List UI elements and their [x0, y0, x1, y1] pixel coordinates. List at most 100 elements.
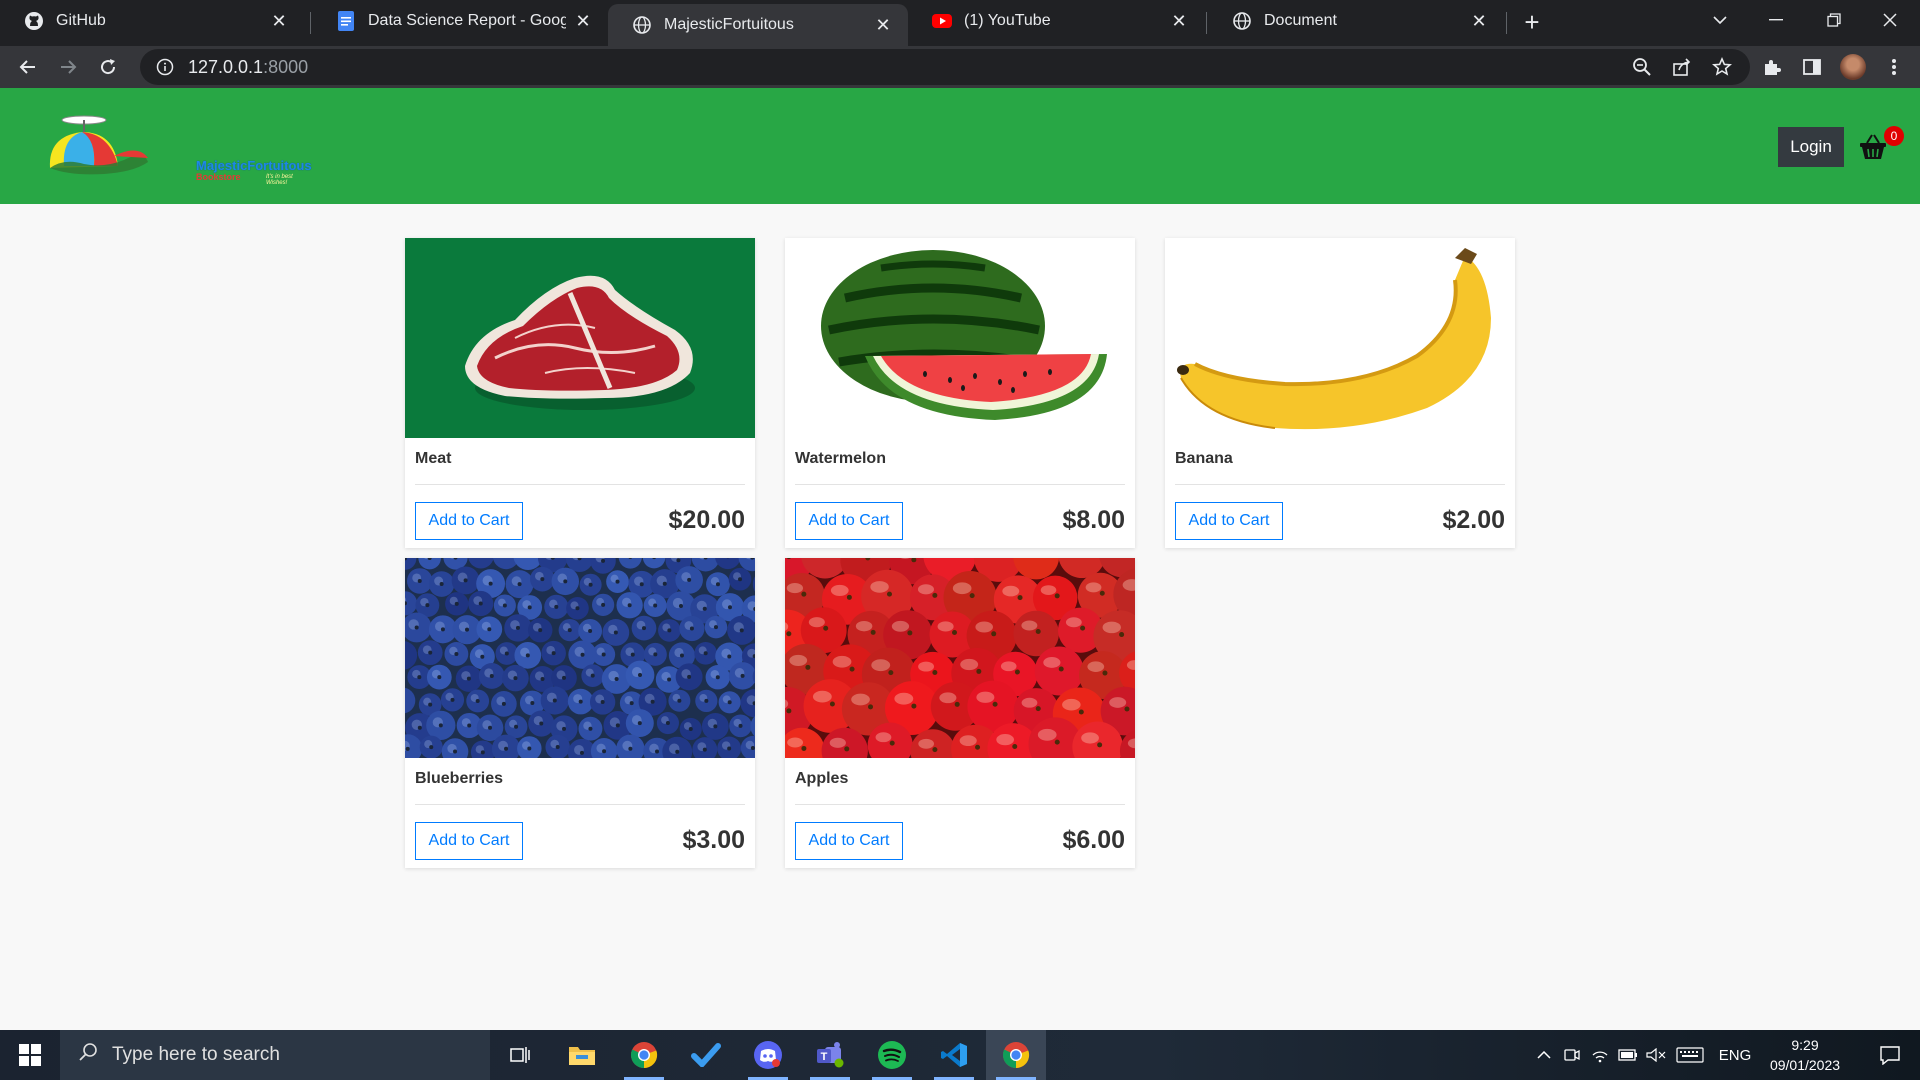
product-image-meat[interactable] [405, 238, 755, 438]
card-divider [1175, 484, 1505, 485]
product-name: Watermelon [795, 450, 886, 467]
logo-name: MajesticFortuitous [196, 158, 312, 173]
browser-toolbar: 127.0.0.1:8000 [0, 46, 1920, 88]
card-divider [795, 804, 1125, 805]
share-icon[interactable] [1666, 51, 1698, 83]
chrome-icon[interactable] [614, 1030, 674, 1080]
card-divider [795, 484, 1125, 485]
product-price: $20.00 [668, 506, 745, 534]
system-clock[interactable]: 9:29 09/01/2023 [1760, 1035, 1850, 1075]
restore-button[interactable] [1806, 0, 1862, 40]
close-tab-icon[interactable]: ✕ [1468, 10, 1490, 32]
add-to-cart-button[interactable]: Add to Cart [415, 502, 523, 540]
product-name: Banana [1175, 450, 1233, 467]
product-image-watermelon[interactable] [785, 238, 1135, 438]
product-card: Meat Add to Cart $20.00 [405, 238, 755, 548]
windows-taskbar: Type here to search T ENG 9:29 09/01/202… [0, 1030, 1920, 1080]
logo-tagline: It's in best Wishes! [266, 174, 293, 186]
wifi-icon[interactable] [1586, 1047, 1614, 1063]
windows-start-icon[interactable] [0, 1030, 60, 1080]
speaker-muted-icon[interactable] [1642, 1048, 1670, 1062]
tab-separator [1206, 12, 1207, 34]
chrome-icon[interactable] [986, 1030, 1046, 1080]
tab-github[interactable]: GitHub ✕ [0, 0, 304, 42]
tab-majesticfortuitous[interactable]: MajesticFortuitous ✕ [608, 4, 908, 46]
bookmark-star-icon[interactable] [1706, 51, 1738, 83]
teams-icon[interactable]: T [800, 1030, 860, 1080]
system-tray: ENG [1530, 1030, 1760, 1080]
chrome-menu-icon[interactable] [1878, 51, 1910, 83]
github-icon [24, 11, 44, 31]
add-to-cart-button[interactable]: Add to Cart [795, 502, 903, 540]
google-docs-icon [336, 11, 356, 31]
chevron-up-icon[interactable] [1530, 1051, 1558, 1059]
site-header: MajesticFortuitous Bookstore It's in bes… [0, 88, 1920, 204]
product-price: $2.00 [1442, 506, 1505, 534]
tab-google-docs[interactable]: Data Science Report - Google Docs ✕ [312, 0, 608, 42]
vscode-icon[interactable] [924, 1030, 984, 1080]
product-image-apples[interactable] [785, 558, 1135, 758]
tab-search-chevron-icon[interactable] [1692, 0, 1748, 40]
product-name: Apples [795, 770, 849, 787]
new-tab-button[interactable]: + [1518, 7, 1546, 37]
product-price: $6.00 [1062, 826, 1125, 854]
site-info-icon[interactable] [156, 58, 174, 76]
globe-icon [632, 15, 652, 35]
address-bar[interactable]: 127.0.0.1:8000 [140, 49, 1750, 85]
close-window-button[interactable] [1862, 0, 1918, 40]
add-to-cart-button[interactable]: Add to Cart [415, 822, 523, 860]
product-name: Blueberries [415, 770, 504, 787]
side-panel-icon[interactable] [1796, 51, 1828, 83]
logo-subtitle: Bookstore [196, 172, 241, 182]
youtube-icon [932, 11, 952, 31]
meet-now-icon[interactable] [1558, 1048, 1586, 1062]
tab-separator [310, 12, 311, 34]
close-tab-icon[interactable]: ✕ [268, 10, 290, 32]
close-tab-icon[interactable]: ✕ [872, 14, 894, 36]
file-explorer-icon[interactable] [552, 1030, 612, 1080]
keyboard-icon[interactable] [1670, 1047, 1710, 1063]
url-port: :8000 [263, 56, 309, 77]
clock-date: 09/01/2023 [1769, 1057, 1841, 1073]
product-image-banana[interactable] [1165, 238, 1515, 438]
battery-icon[interactable] [1614, 1049, 1642, 1061]
url-host: 127.0.0.1 [188, 56, 264, 77]
add-to-cart-button[interactable]: Add to Cart [795, 822, 903, 860]
notifications-icon[interactable] [1860, 1030, 1920, 1080]
card-divider [415, 804, 745, 805]
product-price: $3.00 [682, 826, 745, 854]
zoom-icon[interactable] [1626, 51, 1658, 83]
globe-icon [1232, 11, 1252, 31]
site-logo[interactable]: MajesticFortuitous Bookstore It's in bes… [44, 110, 312, 186]
tab-title: (1) YouTube [964, 12, 1051, 29]
task-view-icon[interactable] [490, 1030, 550, 1080]
clock-time: 9:29 [1791, 1037, 1819, 1053]
product-card: Banana Add to Cart $2.00 [1165, 238, 1515, 548]
login-button[interactable]: Login [1778, 127, 1844, 167]
reload-button[interactable] [92, 51, 124, 83]
forward-button[interactable] [52, 51, 84, 83]
spotify-icon[interactable] [862, 1030, 922, 1080]
svg-text:T: T [821, 1051, 828, 1063]
profile-avatar[interactable] [1840, 54, 1866, 80]
tab-title: MajesticFortuitous [664, 16, 794, 33]
search-icon [78, 1042, 98, 1068]
browser-tab-strip: GitHub ✕ Data Science Report - Google Do… [0, 0, 1920, 46]
search-placeholder: Type here to search [112, 1044, 280, 1065]
tab-title: Document [1264, 12, 1337, 29]
taskbar-search-input[interactable]: Type here to search [60, 1030, 490, 1080]
tab-title: Data Science Report - Google Docs [368, 12, 566, 29]
minimize-button[interactable] [1748, 0, 1804, 40]
back-button[interactable] [12, 51, 44, 83]
discord-icon[interactable] [738, 1030, 798, 1080]
close-tab-icon[interactable]: ✕ [1168, 10, 1190, 32]
tab-youtube[interactable]: (1) YouTube ✕ [908, 0, 1204, 42]
close-tab-icon[interactable]: ✕ [572, 10, 594, 32]
product-price: $8.00 [1062, 506, 1125, 534]
extensions-puzzle-icon[interactable] [1756, 51, 1788, 83]
input-language[interactable]: ENG [1710, 1047, 1760, 1064]
todo-icon[interactable] [676, 1030, 736, 1080]
tab-document[interactable]: Document ✕ [1208, 0, 1504, 42]
product-image-blueberries[interactable] [405, 558, 755, 758]
add-to-cart-button[interactable]: Add to Cart [1175, 502, 1283, 540]
